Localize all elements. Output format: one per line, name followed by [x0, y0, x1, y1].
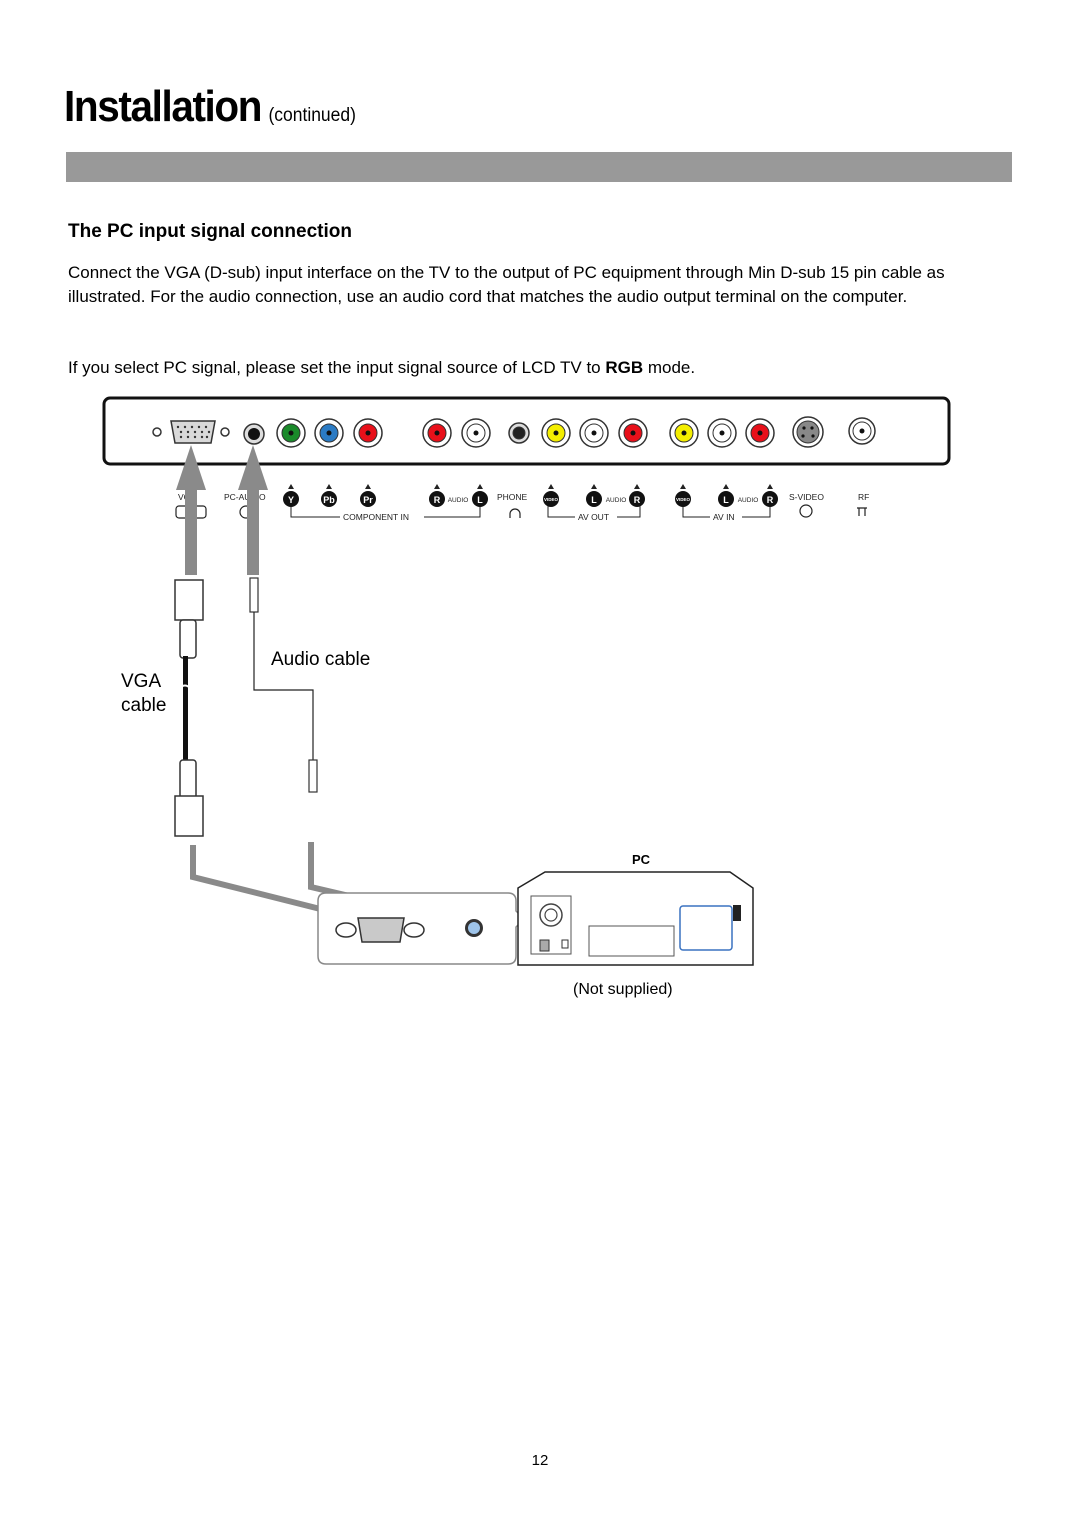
audio-label-av-in: AUDIO: [738, 497, 759, 504]
badge-pr: Pr: [360, 484, 376, 507]
audio-label-component: AUDIO: [448, 497, 469, 504]
component-y-jack: [276, 418, 306, 448]
panel-badges: Y Pb Pr R L VIDEO L R VIDEO L R AUDIO AUDIO AUDIO: [283, 484, 778, 507]
label-rf: RF: [858, 492, 869, 502]
badge-component-l: L: [472, 484, 488, 507]
audio-label-av-out: AUDIO: [606, 497, 627, 504]
badge-text: Pb: [323, 495, 335, 505]
badge-text: Pr: [363, 495, 373, 505]
av-out-r-jack: [618, 418, 648, 448]
vga-cable-label-line2: cable: [121, 695, 167, 716]
pc-port-callout: [317, 892, 526, 965]
av-out-video-jack: [541, 418, 571, 448]
badge-text: R: [767, 495, 774, 505]
component-audio-r-jack: [422, 418, 452, 448]
badge-text: L: [477, 495, 483, 505]
component-pr-jack: [353, 418, 383, 448]
panel-small-icons: [175, 504, 867, 519]
badge-av-in-r: R: [762, 484, 778, 507]
audio-cable-label: Audio cable: [271, 649, 371, 670]
av-in-video-jack: [669, 418, 699, 448]
audio-cable: [249, 577, 318, 793]
page-number: 12: [531, 1452, 549, 1469]
not-supplied-label: (Not supplied): [573, 981, 673, 998]
badge-component-r: R: [429, 484, 445, 507]
label-av-in: AV IN: [713, 512, 735, 522]
badge-av-in-video: VIDEO: [675, 484, 691, 507]
av-in-r-jack: [745, 418, 775, 448]
vga-cable-label-line1: VGA: [121, 671, 162, 692]
badge-text: L: [591, 495, 597, 505]
label-component-in: COMPONENT IN: [343, 512, 409, 522]
badge-av-in-l: L: [718, 484, 734, 507]
av-in-l-jack: [707, 418, 737, 448]
phone-jack: [508, 422, 530, 444]
badge-av-out-r: R: [629, 484, 645, 507]
badge-text: R: [434, 495, 441, 505]
pc-audio-jack: [243, 423, 265, 445]
pc-label: PC: [632, 852, 651, 867]
connection-diagram: VGA PC-AUDIO PHONE S-VIDEO RF COMPONENT …: [102, 396, 951, 966]
label-pc-audio: PC-AUDIO: [224, 492, 266, 502]
badge-y: Y: [283, 484, 299, 507]
vga-cable: [174, 579, 204, 837]
badge-av-out-video: VIDEO: [543, 484, 559, 507]
vga-cable-label: VGA cable: [121, 670, 166, 718]
badge-text: VIDEO: [676, 497, 691, 502]
component-pb-jack: [314, 418, 344, 448]
component-audio-l-jack: [461, 418, 491, 448]
badge-av-out-l: L: [586, 484, 602, 507]
badge-text: VIDEO: [544, 497, 559, 502]
label-av-out: AV OUT: [578, 512, 609, 522]
badge-text: Y: [288, 495, 294, 505]
label-s-video: S-VIDEO: [789, 492, 824, 502]
rf-port: [848, 417, 876, 445]
badge-text: R: [634, 495, 641, 505]
badge-text: L: [723, 495, 729, 505]
pc-illustration: [517, 871, 754, 966]
badge-pb: Pb: [321, 484, 337, 507]
s-video-port: [792, 416, 824, 448]
av-out-l-jack: [579, 418, 609, 448]
label-phone: PHONE: [497, 492, 528, 502]
